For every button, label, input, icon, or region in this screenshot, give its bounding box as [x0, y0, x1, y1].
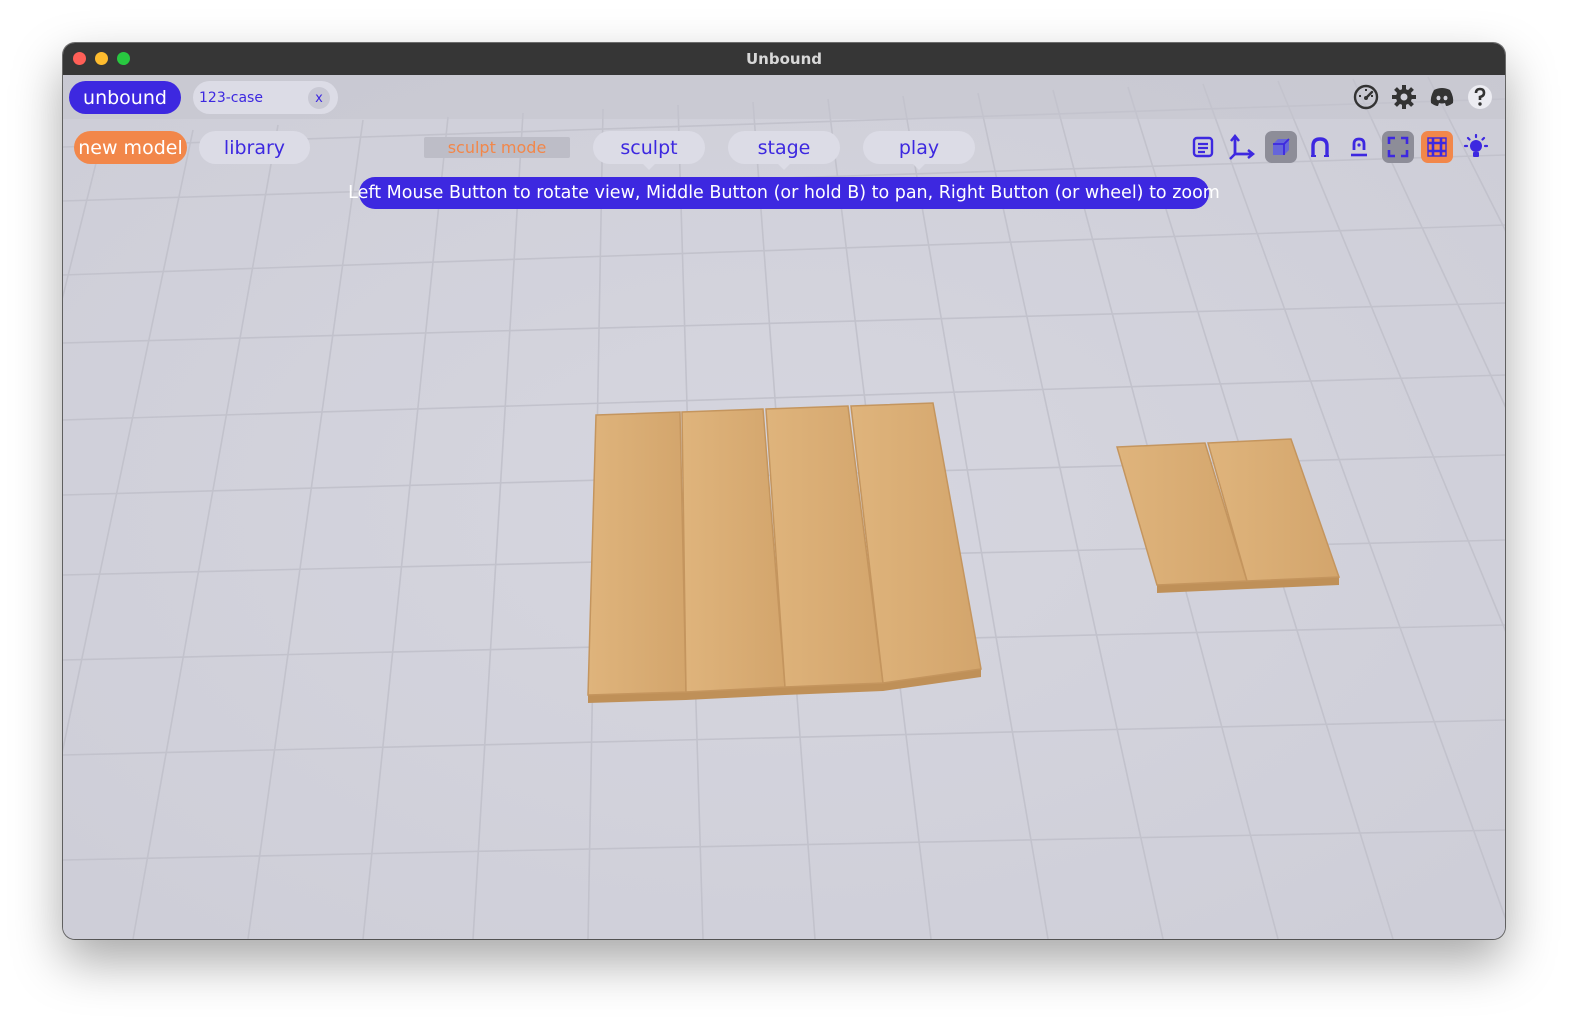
window-controls	[73, 52, 130, 65]
new-model-button[interactable]: new model	[74, 131, 187, 164]
plank-group-large[interactable]	[587, 402, 982, 703]
fullscreen-icon[interactable]	[1382, 131, 1414, 163]
gear-icon[interactable]	[1389, 82, 1419, 112]
app-window: Unbound unbound 123-case x new model lib…	[63, 43, 1505, 939]
cube-view-icon[interactable]	[1265, 131, 1297, 163]
top-icon-group	[1351, 82, 1495, 112]
axes-icon[interactable]	[1226, 131, 1258, 163]
window-title: Unbound	[746, 50, 822, 68]
library-button[interactable]: library	[199, 131, 310, 164]
view-tools	[1187, 131, 1492, 163]
anchor-icon[interactable]	[1343, 131, 1375, 163]
magnet-icon[interactable]	[1304, 131, 1336, 163]
close-tab-button[interactable]: x	[308, 87, 330, 109]
light-icon[interactable]	[1460, 131, 1492, 163]
tab-sculpt[interactable]: sculpt	[593, 131, 705, 170]
mode-indicator: sculpt mode	[424, 137, 570, 158]
help-icon[interactable]	[1465, 82, 1495, 112]
tab-play[interactable]: play	[863, 131, 975, 170]
grid-icon[interactable]	[1421, 131, 1453, 163]
discord-icon[interactable]	[1427, 82, 1457, 112]
controls-hint-banner: Left Mouse Button to rotate view, Middle…	[348, 177, 1220, 209]
tab-stage[interactable]: stage	[728, 131, 840, 170]
list-icon[interactable]	[1187, 131, 1219, 163]
minimize-window-button[interactable]	[95, 52, 108, 65]
document-tab-label: 123-case	[199, 89, 263, 106]
speed-gauge-icon[interactable]	[1351, 82, 1381, 112]
document-tab[interactable]: 123-case x	[193, 81, 338, 114]
unbound-home-button[interactable]: unbound	[69, 81, 181, 114]
maximize-window-button[interactable]	[117, 52, 130, 65]
top-bar: unbound 123-case x	[63, 75, 1505, 119]
title-bar: Unbound	[63, 43, 1505, 75]
close-window-button[interactable]	[73, 52, 86, 65]
